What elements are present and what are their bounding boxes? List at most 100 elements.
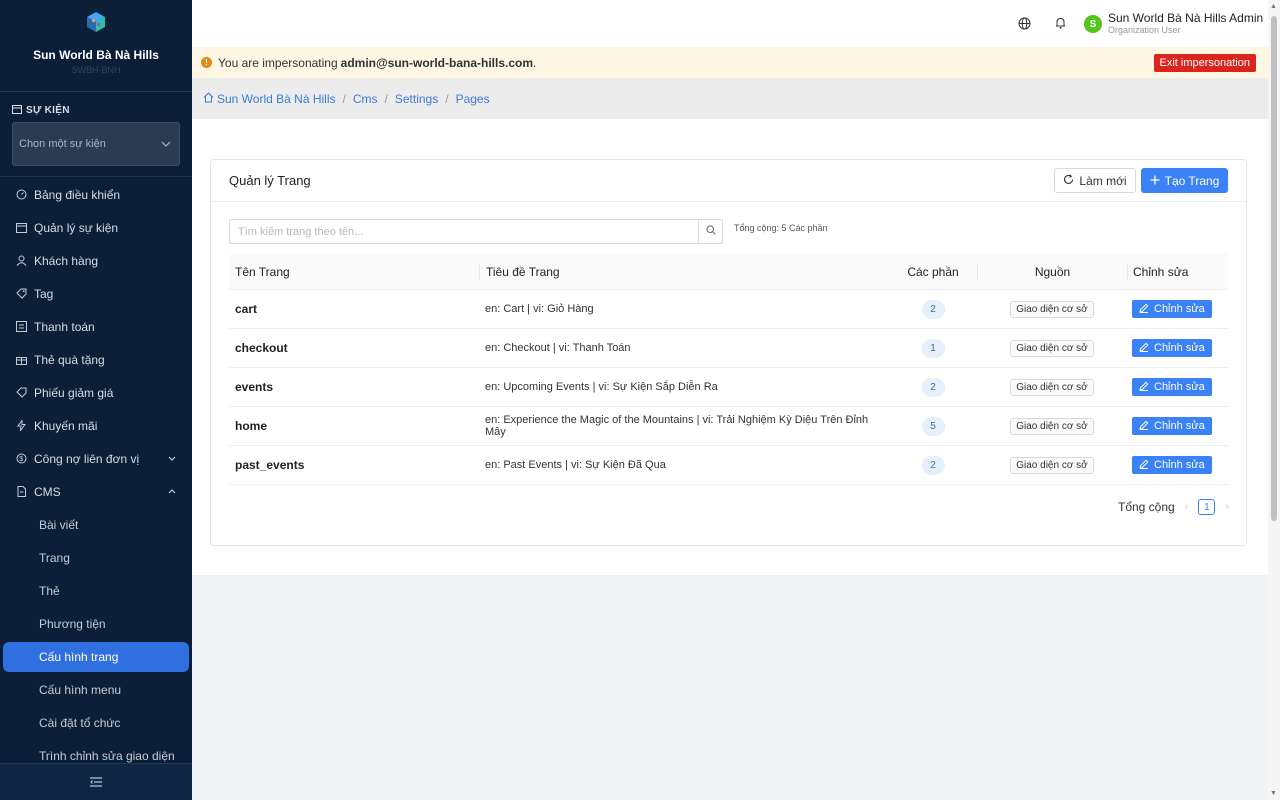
breadcrumb-item-cms[interactable]: Cms <box>353 92 378 106</box>
edit-button[interactable]: Chỉnh sửa <box>1132 378 1212 396</box>
refresh-button[interactable]: Làm mới <box>1054 168 1136 193</box>
edit-icon <box>1139 381 1149 394</box>
sidebar-item-label: Phiếu giảm giá <box>34 385 114 400</box>
gift-icon <box>15 354 27 366</box>
table-row: events en: Upcoming Events | vi: Sự Kiện… <box>229 368 1228 407</box>
impersonation-banner: ! You are impersonating admin@sun-world-… <box>192 47 1268 78</box>
page-name: past_events <box>235 458 305 472</box>
calendar-icon <box>15 222 27 234</box>
scroll-down-icon[interactable]: ▼ <box>1270 790 1277 797</box>
svg-text:$: $ <box>19 456 23 463</box>
sidebar-item-coupons[interactable]: Phiếu giảm giá <box>0 376 192 409</box>
flash-icon <box>15 420 27 432</box>
page-number[interactable]: 1 <box>1198 499 1216 515</box>
brand: Sun World Bà Nà Hills SWBH-BNH <box>0 0 192 92</box>
sidebar-subitem-pages[interactable]: Trang <box>0 541 192 574</box>
sidebar-item-customers[interactable]: Khách hàng <box>0 244 192 277</box>
chevron-left-icon[interactable]: ‹ <box>1185 501 1189 513</box>
page-scrollbar[interactable]: ▲ ▼ <box>1268 0 1280 800</box>
chevron-up-icon <box>168 486 176 496</box>
sidebar-subitem-menu-config[interactable]: Cấu hình menu <box>0 673 192 706</box>
exit-impersonation-button[interactable]: Exit impersonation <box>1153 54 1256 72</box>
event-label-text: SỰ KIỆN <box>26 105 70 116</box>
file-icon <box>15 486 27 498</box>
sections-badge: 5 <box>921 416 945 436</box>
chevron-down-icon <box>161 138 171 150</box>
breadcrumb: Sun World Bà Nà Hills / Cms / Settings /… <box>192 78 1268 119</box>
page-name: home <box>235 419 268 433</box>
pagination: Tổng cộng ‹ 1 › <box>1118 499 1229 515</box>
chevron-right-icon[interactable]: › <box>1225 501 1229 513</box>
edit-icon <box>1139 459 1149 472</box>
user-name[interactable]: Sun World Bà Nà Hills Admin <box>1108 11 1263 25</box>
scroll-up-icon[interactable]: ▲ <box>1270 3 1277 10</box>
top-header: S Sun World Bà Nà Hills Admin Organizati… <box>192 0 1268 47</box>
ledger-icon: $ <box>15 453 27 465</box>
brand-logo-icon <box>84 10 108 34</box>
sidebar-item-tag[interactable]: Tag <box>0 277 192 310</box>
avatar[interactable]: S <box>1084 15 1102 33</box>
sidebar-item-events[interactable]: Quản lý sự kiện <box>0 211 192 244</box>
edit-label: Chỉnh sửa <box>1154 303 1205 315</box>
breadcrumb-item-settings[interactable]: Settings <box>395 92 438 106</box>
brand-sub: SWBH-BNH <box>71 65 121 75</box>
source-tag: Giao diện cơ sở <box>1010 339 1094 357</box>
edit-button[interactable]: Chỉnh sửa <box>1132 300 1212 318</box>
card-header: Quản lý Trang Làm mới Tạo Trang <box>211 160 1246 202</box>
sidebar-collapse-button[interactable] <box>0 763 192 800</box>
sidebar-item-label: Tag <box>34 286 54 301</box>
sidebar-item-label: Quản lý sự kiện <box>34 220 119 235</box>
sidebar-item-dashboard[interactable]: Bảng điều khiển <box>0 178 192 211</box>
page-name: checkout <box>235 341 288 355</box>
sidebar-item-label: Khách hàng <box>34 253 99 268</box>
sidebar-item-promotions[interactable]: Khuyến mãi <box>0 409 192 442</box>
sidebar-item-label: Công nợ liên đơn vị <box>34 451 140 466</box>
breadcrumb-item-pages[interactable]: Pages <box>456 92 490 106</box>
main-content: Quản lý Trang Làm mới Tạo Trang Tổng cộn… <box>192 119 1268 575</box>
event-select-placeholder: Chọn một sự kiện <box>19 138 106 150</box>
chevron-down-icon <box>168 453 176 463</box>
banner-text: You are impersonating <box>218 55 338 70</box>
breadcrumb-item-org[interactable]: Sun World Bà Nà Hills <box>217 92 336 106</box>
sections-badge: 2 <box>921 377 945 397</box>
warning-icon: ! <box>201 57 212 68</box>
search-input[interactable] <box>230 220 698 243</box>
edit-icon <box>1139 420 1149 433</box>
edit-button[interactable]: Chỉnh sửa <box>1132 456 1212 474</box>
globe-icon[interactable] <box>1017 16 1031 30</box>
sidebar-item-label: Thanh toán <box>34 319 95 334</box>
sidebar-item-gift-cards[interactable]: Thẻ quà tặng <box>0 343 192 376</box>
sidebar-subitem-media[interactable]: Phương tiện <box>0 607 192 640</box>
sidebar-item-inter-unit-debt[interactable]: $ Công nợ liên đơn vị <box>0 442 192 475</box>
source-tag: Giao diện cơ sở <box>1010 456 1094 474</box>
breadcrumb-separator: / <box>445 91 449 106</box>
bell-icon[interactable] <box>1053 16 1067 30</box>
sidebar-subitem-posts[interactable]: Bài viết <box>0 508 192 541</box>
event-select[interactable]: Chọn một sự kiện <box>12 122 180 166</box>
reload-icon <box>1063 173 1074 188</box>
sidebar-item-cms[interactable]: CMS <box>0 475 192 508</box>
scroll-thumb[interactable] <box>1271 16 1277 521</box>
edit-label: Chỉnh sửa <box>1154 459 1205 471</box>
sidebar-nav: Bảng điều khiển Quản lý sự kiện Khách hà… <box>0 178 192 772</box>
plus-icon <box>1150 174 1160 188</box>
create-page-button[interactable]: Tạo Trang <box>1141 168 1228 193</box>
user-role: Organization User <box>1108 25 1181 35</box>
table-row: checkout en: Checkout | vi: Thanh Toán 1… <box>229 329 1228 368</box>
edit-label: Chỉnh sửa <box>1154 381 1205 393</box>
home-icon <box>203 91 214 106</box>
edit-icon <box>1139 303 1149 316</box>
page-name: cart <box>235 302 258 316</box>
edit-button[interactable]: Chỉnh sửa <box>1132 339 1212 357</box>
sidebar-subitem-org-settings[interactable]: Cài đặt tổ chức <box>0 706 192 739</box>
sidebar-subitem-tags[interactable]: Thẻ <box>0 574 192 607</box>
create-label: Tạo Trang <box>1164 173 1220 188</box>
sidebar-subitem-page-config[interactable]: Cấu hình trang <box>3 642 189 672</box>
search-button[interactable] <box>698 220 722 243</box>
sidebar-item-payment[interactable]: Thanh toán <box>0 310 192 343</box>
column-header-name: Tên Trang <box>235 264 290 279</box>
page-title-cell: en: Cart | vi: Giỏ Hàng <box>485 303 594 315</box>
source-tag: Giao diện cơ sở <box>1010 378 1094 396</box>
source-tag: Giao diện cơ sở <box>1010 300 1094 318</box>
edit-button[interactable]: Chỉnh sửa <box>1132 417 1212 435</box>
